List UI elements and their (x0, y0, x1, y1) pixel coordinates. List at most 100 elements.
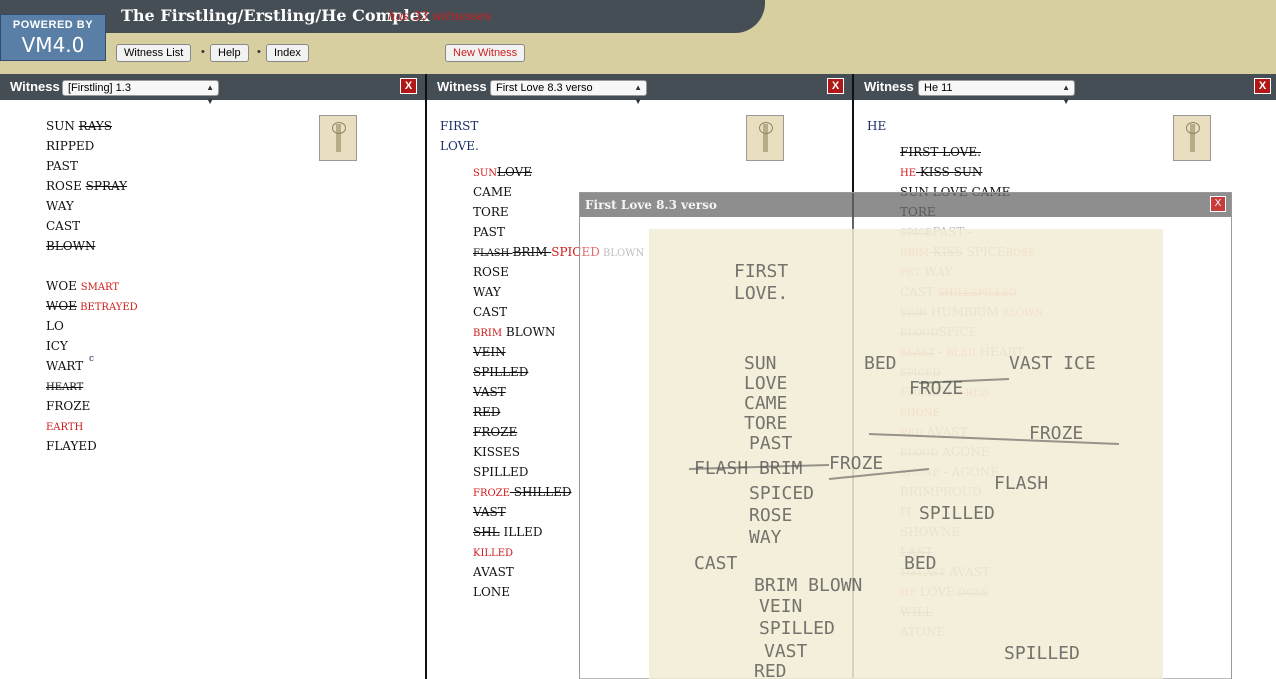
transcription-line[interactable]: FLAYED (46, 439, 97, 453)
deleted-word: LOVE (497, 165, 533, 179)
handwritten-word: SPILLED (919, 503, 995, 524)
transcription-line[interactable]: LO (46, 319, 64, 333)
deleted-word: FROZE (473, 425, 518, 439)
word: EARTH (46, 422, 84, 433)
witness-list-button[interactable]: Witness List (116, 44, 192, 62)
witness-panel-firstling: Witness [Firstling] 1.3 ▲ ▼ X c SUN RAYS R… (0, 74, 426, 679)
transcription-line[interactable]: FROZE (473, 425, 517, 439)
transcription-line[interactable]: FIRST LOVE. (900, 145, 981, 159)
transcription-line[interactable]: SHL ILLED (473, 525, 543, 539)
transcription-line[interactable]: HEART (46, 379, 83, 393)
select-arrows-icon: ▲ ▼ (634, 83, 642, 106)
deleted-word: RAYS (78, 119, 113, 133)
word: TORE (473, 205, 509, 219)
manuscript-thumbnail[interactable] (319, 115, 357, 161)
new-witness-button[interactable]: New Witness (445, 44, 526, 62)
transcription-line[interactable]: ICY (46, 339, 68, 353)
witness-select[interactable]: He 11 ▲ ▼ (918, 80, 1075, 106)
transcription-line[interactable]: WOE BETRAYED (46, 299, 138, 313)
transcription-line[interactable]: PAST (46, 159, 78, 173)
witness-label: Witness (10, 79, 60, 94)
transcription-line[interactable]: VEIN (473, 345, 506, 359)
transcription-line[interactable]: AVAST (473, 565, 514, 579)
manuscript-thumbnail[interactable] (1173, 115, 1211, 161)
manuscript-thumbnail[interactable] (746, 115, 784, 161)
word: WAY (473, 285, 501, 299)
deleted-word: VAST (473, 385, 506, 399)
witness-select-value: First Love 8.3 verso (496, 82, 593, 94)
transcription-line[interactable]: EARTH (46, 419, 83, 433)
transcription-line[interactable]: SUNLOVE (473, 165, 532, 179)
word: LONE (473, 585, 511, 599)
transcription-line[interactable]: WART (46, 359, 83, 373)
word: RIPPED (46, 139, 95, 153)
witness-select[interactable]: [Firstling] 1.3 ▲ ▼ (62, 80, 219, 106)
transcription-line[interactable]: HE KISS SUN (900, 165, 982, 179)
panel-toolbar: Witness [Firstling] 1.3 ▲ ▼ X (0, 74, 426, 106)
transcription-line[interactable]: RIPPED (46, 139, 94, 153)
transcription-line[interactable]: PAST (473, 225, 505, 239)
word: WAY (46, 199, 74, 213)
handwritten-word: BED (904, 553, 937, 574)
handwritten-word: VAST ICE (1009, 353, 1096, 374)
transcription-line[interactable]: WAY (46, 199, 74, 213)
witness-select[interactable]: First Love 8.3 verso ▲ ▼ (490, 80, 647, 106)
handwritten-word: LOVE. (734, 283, 788, 304)
transcription-line[interactable]: ROSE SPRAY (46, 179, 127, 193)
transcription-line[interactable]: VAST (473, 505, 506, 519)
wart-note[interactable]: c (89, 354, 94, 364)
transcription-line[interactable]: CAME (473, 185, 512, 199)
close-viewer-button[interactable]: X (1210, 196, 1226, 212)
manuscript-image[interactable]: FIRST LOVE. SUN LOVE CAME TORE PAST FLASH BRIM S… (649, 229, 1163, 679)
transcription-line[interactable]: SPILLED (473, 465, 528, 479)
transcription-line[interactable]: WOE SMART (46, 279, 119, 293)
help-button[interactable]: Help (210, 44, 249, 62)
handwritten-word: VAST (764, 641, 808, 662)
transcription-line[interactable]: BRIM BLOWN (473, 325, 555, 339)
close-panel-button[interactable]: X (1254, 78, 1271, 94)
witness-select-value: He 11 (924, 82, 953, 94)
transcription-line[interactable]: VAST (473, 385, 506, 399)
handwritten-word: SUN (744, 353, 777, 374)
transcription-heading: FIRST (440, 119, 479, 133)
transcription-line[interactable]: RED (473, 405, 500, 419)
transcription-line[interactable]: WAY (473, 285, 501, 299)
transcription-line[interactable]: FROZE SHILLED (473, 485, 571, 499)
button-separator: • (257, 46, 261, 58)
handwritten-word: FLASH (994, 473, 1048, 494)
transcription-line[interactable]: ROSE (473, 265, 509, 279)
deleted-word: KISS SUN (916, 165, 983, 179)
viewer-titlebar[interactable]: First Love 8.3 verso X (580, 193, 1231, 217)
transcription-line[interactable]: KILLED (473, 545, 513, 559)
deleted-word: RED (473, 405, 501, 419)
logo-vm-version: VM4.0 (21, 33, 85, 57)
transcription-line[interactable]: FROZE (46, 399, 90, 413)
handwritten-word: FROZE (829, 453, 883, 474)
close-panel-button[interactable]: X (400, 78, 417, 94)
deleted-word: VEIN (473, 345, 506, 359)
transcription-line[interactable]: SUN RAYS (46, 119, 112, 133)
word: PAST (46, 159, 78, 173)
deleted-word: FIRST LOVE. (900, 145, 981, 159)
deleted-word: HEART (46, 382, 84, 393)
handwritten-word: CAME (744, 393, 787, 414)
transcription-line[interactable]: BLOWN (46, 239, 95, 253)
handwritten-word: ROSE (749, 505, 792, 526)
handwritten-word: CAST (694, 553, 738, 574)
word: ILLED (499, 525, 543, 539)
handwriting-image: FIRSTLOVE.SUNLOVECAMETOREPASTFLASH BRIMS… (688, 261, 1120, 679)
image-viewer[interactable]: First Love 8.3 verso X FIRST LOVE. SUN LOVE… (579, 192, 1232, 679)
transcription-line[interactable]: SPILLED (473, 365, 528, 379)
transcription-line[interactable]: CAST (473, 305, 507, 319)
transcription-line[interactable]: KISSES (473, 445, 520, 459)
handwritten-word: WAY (749, 527, 782, 548)
word: SUN (473, 168, 498, 179)
transcription-line[interactable]: LONE (473, 585, 510, 599)
index-button[interactable]: Index (266, 44, 309, 62)
word: CAME (473, 185, 512, 199)
witness-label: Witness (437, 79, 487, 94)
deleted-word: WOE (46, 299, 77, 313)
transcription-line[interactable]: TORE (473, 205, 509, 219)
close-panel-button[interactable]: X (827, 78, 844, 94)
transcription-line[interactable]: CAST (46, 219, 80, 233)
